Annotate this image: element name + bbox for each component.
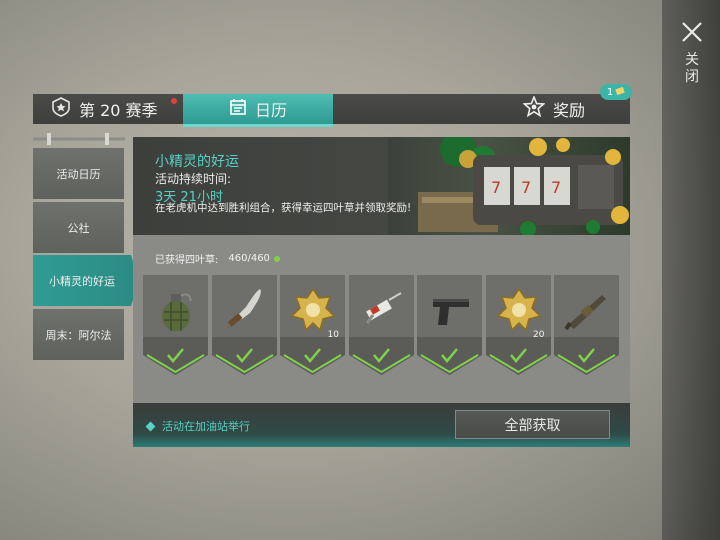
svg-text:7: 7 (551, 178, 561, 197)
event-description: 在老虎机中达到胜利组合，获得幸运四叶草并领取奖励! (155, 202, 412, 214)
reward-item-count: 20 (533, 330, 545, 340)
reward-item[interactable] (417, 275, 482, 375)
clover-progress: 已获得四叶草: 460/460 (155, 251, 280, 266)
slot-machine-art: 7 7 7 (388, 137, 630, 235)
event-title: 小精灵的好运 (155, 154, 239, 170)
sidebar-item-event-calendar[interactable]: 活动日历 (33, 148, 124, 199)
sidebar-item-label: 周末：阿尔法 (45, 328, 112, 342)
rewards-badge-count: 1 (606, 86, 614, 98)
pistol-icon (425, 285, 475, 335)
tab-season-label: 第 20 赛季 (79, 101, 158, 120)
sidebar-item-label: 活动日历 (56, 167, 101, 181)
season-alert-dot (171, 98, 177, 104)
rewards-badge: 1 (600, 84, 632, 100)
clover-icon (273, 255, 280, 262)
event-banner: 7 7 7 小精灵的好运 活动持续时间: 3天 21小时 在老虎机中达到胜利组合… (133, 137, 630, 235)
gold-badge-icon (494, 285, 544, 335)
grenade-icon (151, 285, 201, 335)
reward-item[interactable] (211, 275, 277, 375)
calendar-icon (229, 98, 247, 120)
top-tab-bar: 第 20 赛季 日历 奖励 (33, 94, 630, 127)
reward-item[interactable]: 20 (485, 275, 551, 375)
reward-item-count: 10 (327, 330, 339, 340)
clover-progress-label: 已获得四叶草: (155, 255, 219, 266)
reward-item[interactable]: 10 (280, 275, 345, 375)
tab-season[interactable]: 第 20 赛季 (33, 94, 183, 124)
reward-item[interactable] (348, 275, 414, 375)
svg-text:7: 7 (491, 178, 501, 197)
sidebar-scroll-track (33, 130, 125, 145)
tab-calendar-label: 日历 (254, 101, 287, 120)
clover-progress-value: 460/460 (228, 253, 270, 264)
sidebar-item-label: 公社 (67, 221, 90, 235)
coupon-icon (615, 86, 625, 99)
footer-note: 活动在加油站举行 (145, 418, 250, 434)
diamond-icon (145, 421, 156, 431)
event-duration-label: 活动持续时间: (155, 172, 232, 186)
star-icon (522, 94, 546, 122)
claim-all-button[interactable]: 全部获取 (455, 410, 610, 439)
sidebar-item-label: 小精灵的好运 (49, 274, 115, 288)
season-shield-icon (51, 97, 71, 121)
tab-rewards[interactable]: 奖励 (503, 94, 613, 124)
footer-note-text: 活动在加油站举行 (162, 420, 250, 433)
tab-calendar[interactable]: 日历 (183, 94, 333, 127)
sidebar-item-elf-luck[interactable]: 小精灵的好运 (33, 255, 139, 306)
gold-badge-icon (288, 285, 338, 335)
sidebar-item-commune[interactable]: 公社 (33, 202, 124, 253)
close-label[interactable]: 关闭 (683, 52, 701, 86)
syringe-icon (357, 285, 407, 335)
tab-rewards-label: 奖励 (553, 101, 586, 120)
svg-text:7: 7 (521, 178, 531, 197)
event-footer: 活动在加油站举行 全部获取 (133, 403, 630, 447)
sidebar-item-weekend-alpha[interactable]: 周末：阿尔法 (33, 309, 124, 360)
reward-item[interactable] (143, 275, 208, 375)
close-icon[interactable] (680, 20, 704, 44)
machete-icon (220, 285, 270, 335)
rifle-icon (562, 285, 612, 335)
reward-item[interactable] (554, 275, 619, 375)
